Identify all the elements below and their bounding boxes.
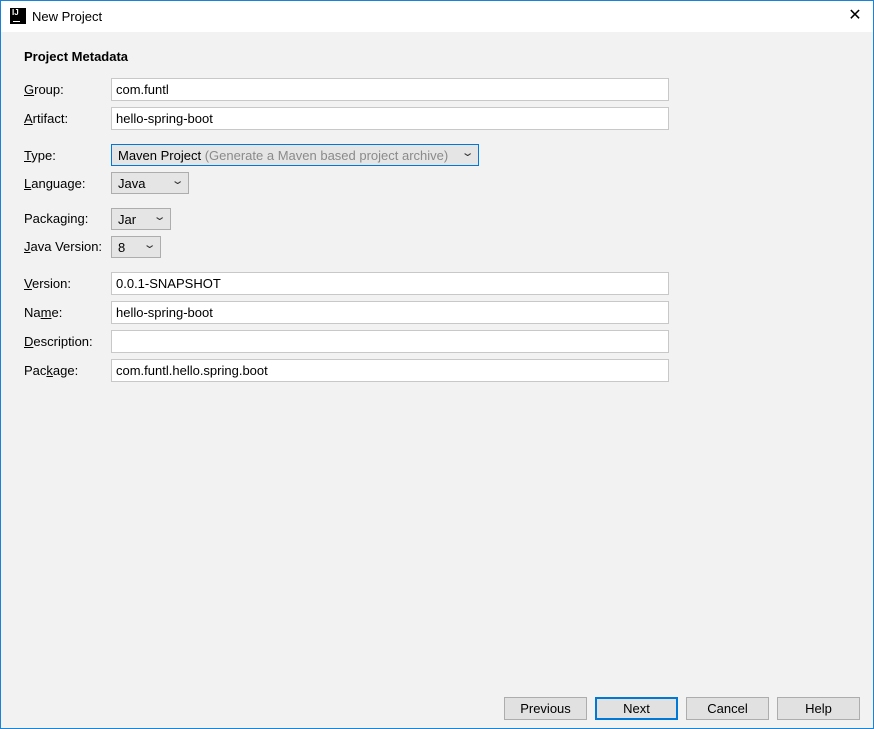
title-bar: IJ New Project ✕ xyxy=(1,1,873,32)
intellij-logo-icon: IJ xyxy=(10,8,26,24)
chevron-down-icon: ⌄ xyxy=(142,238,156,251)
package-input[interactable]: com.funtl.hello.spring.boot xyxy=(111,359,669,382)
packaging-dropdown[interactable]: Jar⌄ xyxy=(111,208,171,230)
group-input[interactable]: com.funtl xyxy=(111,78,669,101)
section-heading: Project Metadata xyxy=(24,49,128,64)
language-dropdown[interactable]: Java⌄ xyxy=(111,172,189,194)
type-dropdown[interactable]: Maven Project (Generate a Maven based pr… xyxy=(111,144,479,166)
package-label: Package: xyxy=(24,363,78,378)
help-button[interactable]: Help xyxy=(777,697,860,720)
java-version-label: Java Version: xyxy=(24,239,102,254)
java-version-dropdown[interactable]: 8⌄ xyxy=(111,236,161,258)
artifact-label: Artifact: xyxy=(24,111,68,126)
language-label: Language: xyxy=(24,176,85,191)
description-label: Description: xyxy=(24,334,93,349)
artifact-input[interactable]: hello-spring-boot xyxy=(111,107,669,130)
cancel-button[interactable]: Cancel xyxy=(686,697,769,720)
previous-button[interactable]: Previous xyxy=(504,697,587,720)
description-input[interactable] xyxy=(111,330,669,353)
type-label: Type: xyxy=(24,148,56,163)
name-input[interactable]: hello-spring-boot xyxy=(111,301,669,324)
group-label: Group: xyxy=(24,82,64,97)
close-icon[interactable]: ✕ xyxy=(845,5,865,27)
version-label: Version: xyxy=(24,276,71,291)
chevron-down-icon: ⌄ xyxy=(152,210,166,223)
next-button[interactable]: Next xyxy=(595,697,678,720)
new-project-dialog: IJ New Project ✕ Project Metadata Group:… xyxy=(0,0,874,729)
version-input[interactable]: 0.0.1-SNAPSHOT xyxy=(111,272,669,295)
name-label: Name: xyxy=(24,305,62,320)
packaging-label: Packaging: xyxy=(24,211,88,226)
chevron-down-icon: ⌄ xyxy=(460,146,474,159)
window-title: New Project xyxy=(32,9,102,24)
chevron-down-icon: ⌄ xyxy=(170,174,184,187)
